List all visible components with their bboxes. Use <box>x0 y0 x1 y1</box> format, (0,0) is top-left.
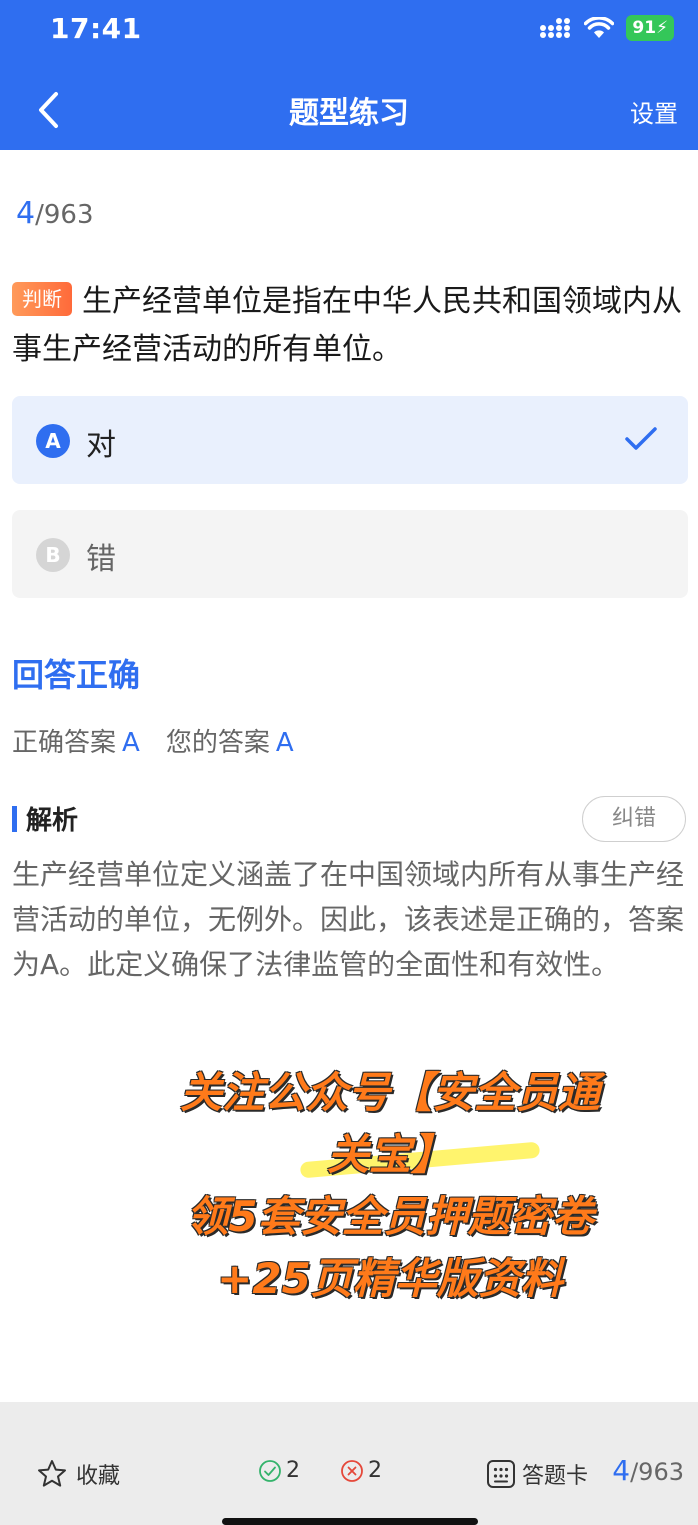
answer-card-button[interactable]: 答题卡 <box>486 1458 588 1490</box>
option-a-text: 对 <box>86 428 116 463</box>
footer-counter-current: 4 <box>612 1454 631 1487</box>
counter-current: 4 <box>16 196 36 231</box>
battery-indicator: 91⚡ <box>626 15 674 41</box>
home-indicator <box>222 1518 478 1525</box>
settings-button[interactable]: 设置 <box>630 94 678 129</box>
correct-answer-value: A <box>122 728 140 758</box>
correct-answer-label: 正确答案 <box>12 728 117 758</box>
status-icons: 91⚡ <box>540 14 674 42</box>
wrong-count: 2 <box>340 1458 382 1483</box>
option-b-text: 错 <box>86 542 116 577</box>
checkmark-icon <box>625 427 657 450</box>
status-bar: 17:41 91⚡ <box>0 0 698 56</box>
nav-bar: 题型练习 设置 <box>0 70 698 150</box>
option-a-letter: A <box>36 424 70 458</box>
report-error-button[interactable]: 纠错 <box>582 796 686 842</box>
correct-count-value: 2 <box>286 1458 300 1483</box>
favorite-button[interactable]: 收藏 <box>36 1458 120 1490</box>
analysis-title: 解析 <box>12 800 78 837</box>
footer-counter-total: /963 <box>630 1458 684 1486</box>
footer-counter: 4/963 <box>612 1454 684 1487</box>
page-title: 题型练习 <box>289 96 409 131</box>
correct-count: 2 <box>258 1458 300 1483</box>
question-stem: 生产经营单位是指在中华人民共和国领域内从事生产经营活动的所有单位。 <box>12 284 682 367</box>
app-header: 17:41 91⚡ 题型练习 设置 <box>0 0 698 150</box>
option-b[interactable]: B 错 <box>12 510 688 598</box>
option-b-letter: B <box>36 538 70 572</box>
your-answer-value: A <box>275 728 294 758</box>
promo-overlay: 关注公众号【安全员通 关宝】 领5套安全员押题密卷 +25页精华版资料 <box>150 1062 630 1310</box>
question-text: 判断 生产经营单位是指在中华人民共和国领域内从事生产经营活动的所有单位。 <box>12 278 688 374</box>
question-type-badge: 判断 <box>12 282 72 316</box>
favorite-label: 收藏 <box>76 1464 121 1489</box>
promo-line-1: 关注公众号【安全员通 <box>179 1068 600 1117</box>
answer-card-label: 答题卡 <box>522 1464 589 1489</box>
star-icon <box>38 1460 66 1487</box>
battery-level: 91 <box>632 18 657 38</box>
status-time: 17:41 <box>50 12 142 45</box>
wifi-icon <box>584 17 615 38</box>
question-counter: 4/963 <box>16 196 93 231</box>
x-circle-icon <box>341 1459 363 1482</box>
answer-summary: 正确答案 A 您的答案 A <box>12 722 294 759</box>
promo-line-2: 关宝】 <box>326 1130 453 1179</box>
counter-total: /963 <box>35 200 94 230</box>
check-circle-icon <box>259 1459 281 1482</box>
wrong-count-value: 2 <box>368 1458 382 1483</box>
grid-icon <box>487 1460 515 1488</box>
promo-line-4: +25页精华版资料 <box>217 1254 563 1303</box>
result-title: 回答正确 <box>12 656 141 694</box>
your-answer-label: 您的答案 <box>165 728 270 758</box>
promo-line-3: 领5套安全员押题密卷 <box>186 1192 594 1241</box>
signal-icon <box>540 18 571 38</box>
analysis-body: 生产经营单位定义涵盖了在中国领域内所有从事生产经营活动的单位，无例外。因此，该表… <box>12 858 685 981</box>
bottom-toolbar: 收藏 2 2 答题卡 4/963 <box>0 1402 698 1525</box>
charging-bolt-icon: ⚡ <box>656 18 668 38</box>
option-a[interactable]: A 对 <box>12 396 688 484</box>
